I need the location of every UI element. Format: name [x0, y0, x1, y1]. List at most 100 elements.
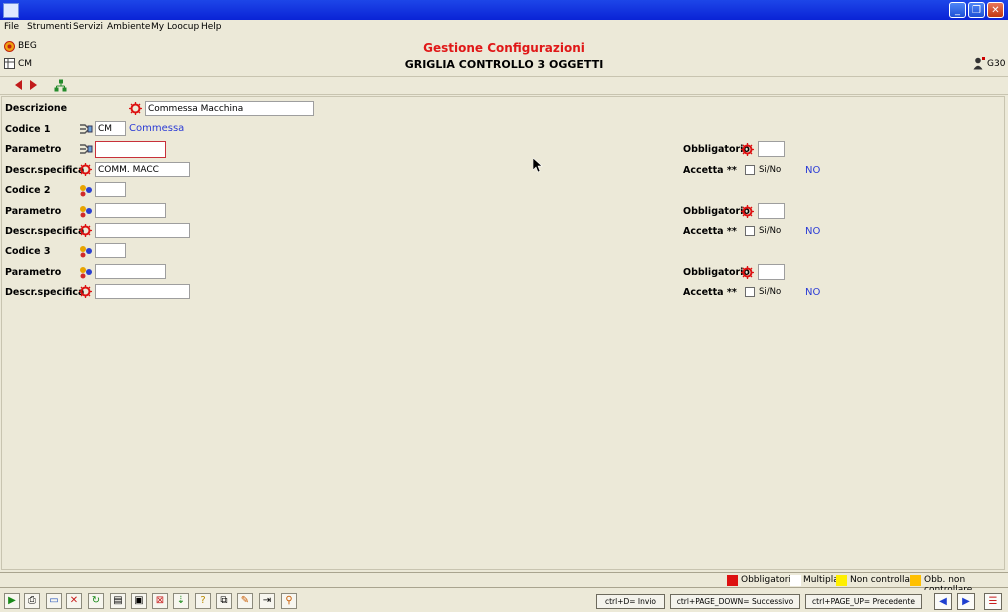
insert-icon[interactable]: ⇥	[259, 593, 275, 609]
user-icon	[973, 57, 985, 70]
prev-page-icon[interactable]: ◀	[934, 593, 952, 610]
accetta-label: Accetta **	[683, 287, 737, 298]
nav-bar	[0, 77, 1008, 95]
molecule-icon	[80, 246, 92, 258]
descrizione-input[interactable]: Commessa Macchina	[145, 101, 314, 116]
legend-swatch-obbligatoria	[727, 575, 738, 586]
descr2-label: Descr.specifica	[5, 226, 85, 237]
parametro2-label: Parametro	[5, 206, 62, 217]
page-subtitle: GRIGLIA CONTROLLO 3 OGGETTI	[404, 58, 604, 71]
folder-icon[interactable]: ▭	[46, 593, 62, 609]
parametro3-input[interactable]	[95, 264, 166, 279]
accetta-label: Accetta **	[683, 165, 737, 176]
print-icon[interactable]: ⎙	[24, 593, 40, 609]
menu-file[interactable]: File	[4, 22, 19, 32]
bottom-toolbar: ▶ ⎙ ▭ ✕ ↻ ▤ ▣ ⊠ ⇣ ? ⧉ ✎ ⇥ ⚲ ctrl+D= Invi…	[0, 590, 1008, 612]
invio-button[interactable]: ctrl+D= Invio	[596, 594, 665, 609]
mouse-cursor-icon	[533, 158, 543, 173]
save-icon[interactable]: ▣	[131, 593, 147, 609]
codice1-label: Codice 1	[5, 124, 51, 135]
molecule-icon	[80, 185, 92, 197]
required-icon	[741, 266, 754, 279]
menu-help[interactable]: Help	[201, 22, 222, 32]
obbligatorio-label: Obbligatorio	[683, 206, 750, 217]
next-arrow-icon[interactable]	[29, 80, 37, 90]
legend-swatch-non-controllare	[836, 575, 847, 586]
required-icon	[79, 285, 92, 298]
obbligatorio3-input[interactable]	[758, 264, 785, 280]
tree-icon[interactable]	[54, 79, 67, 92]
legend-label-non-controllare: Non controllare	[850, 575, 920, 585]
accetta3-checkbox[interactable]	[745, 287, 755, 297]
descr3-input[interactable]	[95, 284, 190, 299]
form-panel: Descrizione Commessa Macchina Codice 1 C…	[1, 96, 1005, 570]
menu-ambiente[interactable]: Ambiente	[107, 22, 150, 32]
codice3-input[interactable]	[95, 243, 126, 258]
legend-label-multipla: Multipla	[803, 575, 839, 585]
required-icon	[129, 102, 142, 115]
codice2-input[interactable]	[95, 182, 126, 197]
parametro2-input[interactable]	[95, 203, 166, 218]
descr1-label: Descr.specifica	[5, 165, 85, 176]
obbligatorio1-input[interactable]	[758, 141, 785, 157]
codice3-label: Codice 3	[5, 246, 51, 257]
menu-my-loocup[interactable]: My Loocup	[151, 22, 199, 32]
restore-button[interactable]: ❐	[968, 2, 985, 18]
required-icon	[741, 205, 754, 218]
delete-icon[interactable]: ✕	[66, 593, 82, 609]
required-icon	[741, 143, 754, 156]
accetta-label: Accetta **	[683, 226, 737, 237]
page-title: Gestione Configurazioni	[423, 41, 585, 55]
parametro1-label: Parametro	[5, 144, 62, 155]
search-icon[interactable]: ⚲	[281, 593, 297, 609]
accetta3-value: NO	[805, 287, 821, 298]
obbligatorio-label: Obbligatorio	[683, 267, 750, 278]
accetta2-checkbox[interactable]	[745, 226, 755, 236]
menu-servizi[interactable]: Servizi	[73, 22, 103, 32]
codice1-input[interactable]: CM	[95, 121, 126, 136]
close-button[interactable]: ✕	[987, 2, 1004, 18]
molecule-icon	[80, 206, 92, 218]
document-icon[interactable]: ▤	[110, 593, 126, 609]
download-icon[interactable]: ⇣	[173, 593, 189, 609]
parametro3-label: Parametro	[5, 267, 62, 278]
cancel-document-icon[interactable]: ⊠	[152, 593, 168, 609]
legend-swatch-obb-non-controllare	[910, 575, 921, 586]
legend-label-obbligatoria: Obbligatoria	[741, 575, 797, 585]
minimize-button[interactable]: _	[949, 2, 966, 18]
descr2-input[interactable]	[95, 223, 190, 238]
codice1-description: Commessa	[129, 123, 185, 134]
descr3-label: Descr.specifica	[5, 287, 85, 298]
page-header: BEG CM Gestione Configurazioni GRIGLIA C…	[0, 37, 1008, 77]
codice2-label: Codice 2	[5, 185, 51, 196]
obbligatorio-label: Obbligatorio	[683, 144, 750, 155]
edit-icon[interactable]: ✎	[237, 593, 253, 609]
accetta2-value: NO	[805, 226, 821, 237]
legend-bar: Obbligatoria Multipla Non controllare Ob…	[0, 572, 1008, 595]
help-icon[interactable]: ?	[195, 593, 211, 609]
required-icon	[79, 224, 92, 237]
obbligatorio2-input[interactable]	[758, 203, 785, 219]
accetta1-checkbox[interactable]	[745, 165, 755, 175]
descr1-input[interactable]: COMM. MACC	[95, 162, 190, 177]
precedente-button[interactable]: ctrl+PAGE_UP= Precedente	[805, 594, 922, 609]
play-icon[interactable]: ▶	[4, 593, 20, 609]
successivo-button[interactable]: ctrl+PAGE_DOWN= Successivo	[670, 594, 800, 609]
molecule-icon	[80, 267, 92, 279]
copy-icon[interactable]: ⧉	[216, 593, 232, 609]
tool-icon	[80, 124, 93, 134]
header-right-code: G30	[987, 59, 1006, 69]
menu-bar: File Strumenti Servizi Ambiente My Loocu…	[0, 20, 1008, 36]
tool-icon	[80, 144, 93, 154]
next-page-icon[interactable]: ▶	[957, 593, 975, 610]
accetta3-checkbox-label: Si/No	[759, 287, 782, 297]
menu-list-icon[interactable]: ☰	[984, 593, 1002, 610]
app-icon[interactable]	[3, 3, 19, 18]
required-icon	[79, 163, 92, 176]
menu-strumenti[interactable]: Strumenti	[27, 22, 72, 32]
refresh-icon[interactable]: ↻	[88, 593, 104, 609]
accetta1-value: NO	[805, 165, 821, 176]
prev-arrow-icon[interactable]	[15, 80, 23, 90]
descrizione-label: Descrizione	[5, 103, 68, 114]
parametro1-input[interactable]	[95, 141, 166, 158]
